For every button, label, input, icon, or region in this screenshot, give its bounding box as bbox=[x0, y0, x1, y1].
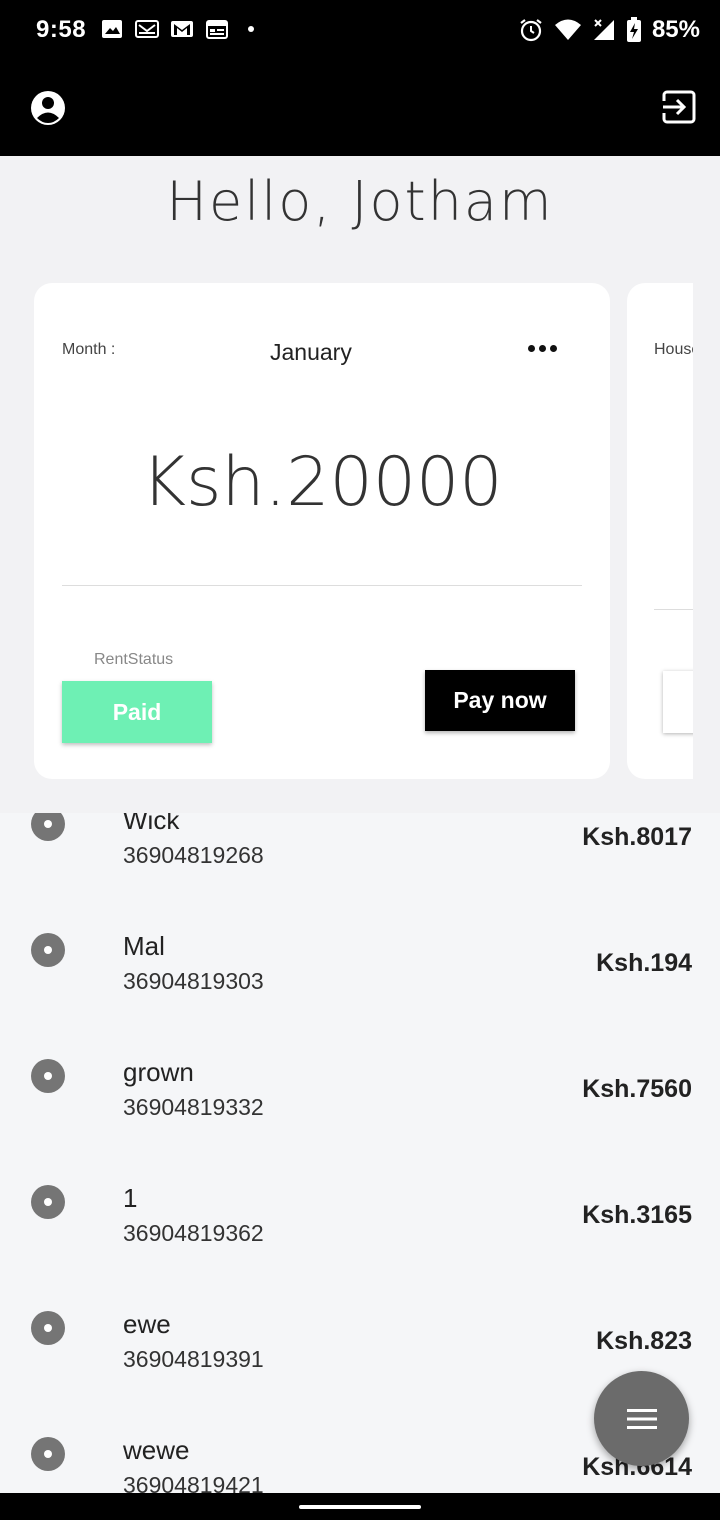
image-icon bbox=[102, 20, 122, 38]
signal-icon bbox=[593, 19, 614, 40]
item-phone: 36904819421 bbox=[123, 1472, 264, 1493]
disc-icon bbox=[31, 1437, 65, 1471]
list-item[interactable]: grown 36904819332 Ksh.7560 bbox=[0, 1052, 720, 1178]
rent-status-label: RentStatus bbox=[94, 651, 174, 668]
list-item[interactable]: Mal 36904819303 Ksh.194 bbox=[0, 926, 720, 1052]
logout-icon[interactable] bbox=[662, 90, 696, 124]
divider bbox=[62, 585, 582, 586]
pay-now-button[interactable]: Pay now bbox=[425, 670, 575, 731]
item-amount: Ksh.823 bbox=[596, 1327, 692, 1355]
menu-fab-button[interactable] bbox=[594, 1371, 689, 1466]
paid-status-button[interactable]: Paid bbox=[62, 681, 212, 743]
item-amount: Ksh.7560 bbox=[582, 1075, 692, 1103]
home-gesture-handle[interactable] bbox=[299, 1505, 421, 1509]
battery-percent: 85% bbox=[651, 16, 700, 43]
item-name: ewe bbox=[123, 1309, 171, 1339]
item-name: wewe bbox=[123, 1435, 190, 1465]
disc-icon bbox=[31, 1185, 65, 1219]
item-name: grown bbox=[123, 1057, 194, 1087]
item-phone: 36904819362 bbox=[123, 1220, 264, 1246]
navigation-bar bbox=[0, 1493, 720, 1520]
item-name: 1 bbox=[123, 1183, 138, 1213]
rent-amount: Ksh.20000 bbox=[141, 443, 503, 522]
house-card[interactable]: House bbox=[627, 283, 693, 779]
wifi-icon bbox=[554, 19, 581, 40]
system-icons: 85% bbox=[518, 16, 700, 44]
item-phone: 36904819303 bbox=[123, 968, 264, 994]
month-value: January bbox=[270, 339, 352, 365]
status-time: 9:58 bbox=[36, 16, 87, 43]
house-label: House bbox=[654, 341, 693, 358]
alarm-icon bbox=[520, 19, 542, 42]
greeting-title: Hello, Jotham bbox=[166, 170, 554, 233]
item-amount: Ksh.194 bbox=[596, 949, 692, 977]
gmail-icon bbox=[171, 21, 193, 37]
disc-icon bbox=[31, 1059, 65, 1093]
item-name: Wick bbox=[123, 813, 180, 835]
calendar-icon bbox=[206, 20, 228, 39]
item-amount: Ksh.3165 bbox=[582, 1201, 692, 1229]
disc-icon bbox=[31, 813, 65, 841]
item-name: Mal bbox=[123, 931, 165, 961]
battery-icon bbox=[626, 17, 641, 42]
list-item[interactable]: Wick 36904819268 Ksh.8017 bbox=[0, 813, 720, 926]
mail-icon bbox=[135, 20, 159, 38]
list-item[interactable]: 1 36904819362 Ksh.3165 bbox=[0, 1178, 720, 1304]
app-bar bbox=[0, 60, 720, 156]
menu-icon bbox=[626, 1408, 657, 1429]
item-phone: 36904819268 bbox=[123, 842, 264, 868]
item-phone: 36904819332 bbox=[123, 1094, 264, 1120]
account-circle-icon[interactable] bbox=[30, 90, 66, 126]
divider bbox=[654, 609, 693, 610]
disc-icon bbox=[31, 933, 65, 967]
status-bar: 9:58 85% bbox=[0, 0, 720, 60]
item-phone: 36904819391 bbox=[123, 1346, 264, 1372]
dot-icon bbox=[248, 26, 254, 32]
rent-card: Month : January Ksh.20000 RentStatus Pai… bbox=[34, 283, 610, 779]
month-label: Month : bbox=[62, 341, 116, 358]
item-amount: Ksh.8017 bbox=[582, 823, 692, 851]
more-options-icon[interactable] bbox=[528, 345, 557, 352]
notification-icons bbox=[100, 18, 254, 40]
disc-icon bbox=[31, 1311, 65, 1345]
house-card-button[interactable] bbox=[663, 671, 693, 733]
